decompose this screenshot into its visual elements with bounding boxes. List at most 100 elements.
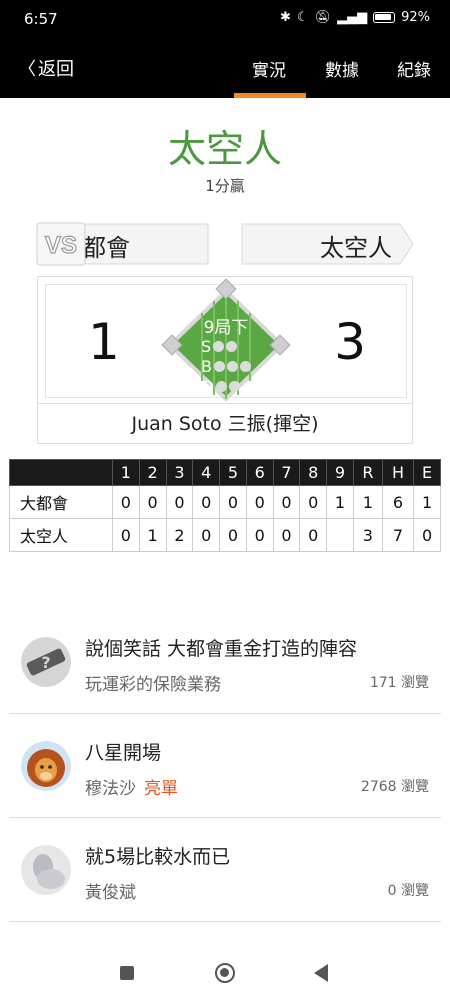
- score-cell: 0: [192, 518, 221, 552]
- author-name: 玩運彩的保險業務: [85, 675, 221, 695]
- status-time: 6:57: [24, 10, 58, 28]
- header-cell: 2: [138, 459, 167, 486]
- ball-dot: [239, 361, 251, 372]
- signal-icon: ▂▄▆: [337, 10, 368, 25]
- score-cell: 2: [165, 518, 194, 552]
- svg-text:?: ?: [41, 653, 50, 672]
- bluetooth-icon: ✱: [280, 10, 291, 25]
- score-cell: 0: [112, 485, 140, 519]
- table-row: 大都會 0 0 0 0 0 0 0 0 1 1 6 1: [9, 485, 441, 519]
- away-score: 1: [88, 313, 120, 371]
- score-cell: 3: [352, 518, 383, 552]
- chevron-left-icon: 〈: [18, 59, 36, 80]
- header-cell: E: [413, 459, 441, 486]
- ball-dot: [213, 361, 225, 372]
- top-bar: 6:57 ✱ ☾ 🔕︎ ▂▄▆ 92% 〈 返回 實況 數據 紀錄: [0, 0, 450, 98]
- view-count: 171 瀏覽: [369, 675, 429, 691]
- lion-avatar-icon: [21, 741, 71, 791]
- strike-count: S: [201, 337, 238, 356]
- list-item[interactable]: 八星開場 穆法沙 亮單 2768 瀏覽: [9, 714, 441, 818]
- last-play-text: Juan Soto 三振(揮空): [38, 403, 412, 443]
- post-title[interactable]: 就5場比較水而已: [85, 842, 230, 869]
- score-cell: 0: [272, 518, 301, 552]
- home-button[interactable]: [215, 963, 235, 983]
- moon-icon: ☾: [296, 10, 309, 25]
- list-item[interactable]: ? 說個笑話 大都會重金打造的陣容 玩運彩的保險業務 171 瀏覽: [9, 610, 441, 714]
- strike-dot: [226, 341, 238, 352]
- score-cell: 0: [165, 485, 194, 519]
- home-score: 3: [334, 313, 366, 371]
- system-nav-bar: [0, 945, 450, 1000]
- header-cell: 5: [219, 459, 247, 486]
- score-cell: 0: [245, 485, 274, 519]
- header-cell: R: [352, 459, 383, 486]
- author-name: 穆法沙: [85, 779, 136, 799]
- inning-label: 9局下: [203, 318, 249, 338]
- status-bar: 6:57 ✱ ☾ 🔕︎ ▂▄▆ 92%: [0, 0, 450, 38]
- list-item[interactable]: 就5場比較水而已 黃俊斌 0 瀏覽: [9, 818, 441, 922]
- header-cell: 3: [165, 459, 194, 486]
- tab-stats[interactable]: 數據: [325, 56, 359, 81]
- base-diamond: 9局下 S B O: [156, 277, 296, 405]
- header-cell: 8: [299, 459, 328, 486]
- line-score-table: 1 2 3 4 5 6 7 8 9 R H E 大都會 0 0 0 0 0 0 …: [9, 459, 441, 552]
- vs-label: VS: [45, 232, 77, 259]
- post-title[interactable]: 八星開場: [85, 738, 161, 765]
- vs-icon: VS: [36, 222, 86, 266]
- avatar[interactable]: [21, 741, 71, 791]
- status-icons: ✱ ☾ 🔕︎ ▂▄▆ 92%: [280, 10, 430, 25]
- out-dot: [215, 381, 227, 392]
- score-cell: 0: [299, 485, 328, 519]
- line-score-header: 1 2 3 4 5 6 7 8 9 R H E: [9, 459, 441, 486]
- back-button[interactable]: 〈 返回: [18, 55, 74, 81]
- header-cell: [9, 459, 113, 486]
- recents-button[interactable]: [120, 966, 134, 980]
- header-cell: H: [381, 459, 415, 486]
- back-label: 返回: [38, 59, 74, 80]
- view-count: 0 瀏覽: [387, 883, 429, 899]
- header-cell: 6: [245, 459, 274, 486]
- score-cell: 1: [413, 485, 441, 519]
- avatar[interactable]: [21, 845, 71, 895]
- strike-label: S: [201, 337, 212, 356]
- out-label: O: [201, 377, 214, 396]
- score-cell: [326, 518, 354, 552]
- system-back-button[interactable]: [314, 964, 328, 982]
- header-cell: 1: [112, 459, 140, 486]
- post-title[interactable]: 說個笑話 大都會重金打造的陣容: [85, 634, 357, 661]
- score-cell: 1: [352, 485, 383, 519]
- strike-dot: [213, 341, 225, 352]
- post-author: 黃俊斌: [85, 878, 136, 903]
- score-cell: 0: [138, 485, 167, 519]
- winner-title: 太空人: [167, 127, 282, 171]
- score-cell: 1: [326, 485, 354, 519]
- scoreboard-inner: 1 3 9局下 S B O: [46, 278, 406, 402]
- result-text: 1分贏: [205, 177, 245, 195]
- photo-avatar-icon: [21, 845, 71, 895]
- score-cell: 0: [272, 485, 301, 519]
- tab-record[interactable]: 紀錄: [397, 56, 431, 81]
- team-cell: 大都會: [9, 485, 113, 519]
- header-nav: 〈 返回 實況 數據 紀錄: [0, 38, 450, 98]
- placeholder-avatar-icon: ?: [21, 637, 71, 687]
- scoreboard: 1 3 9局下 S B O Juan Soto 三振(揮空): [37, 276, 413, 444]
- home-team-name: 太空人: [320, 234, 392, 262]
- table-row: 太空人 0 1 2 0 0 0 0 0 3 7 0: [9, 518, 441, 552]
- ball-label: B: [201, 357, 212, 376]
- author-name: 黃俊斌: [85, 883, 136, 903]
- battery-icon: [373, 12, 396, 23]
- post-tag-badge: 亮單: [144, 779, 178, 799]
- ball-count: B: [201, 357, 251, 376]
- header-cell: 7: [272, 459, 301, 486]
- mute-icon: 🔕︎: [314, 10, 332, 25]
- score-cell: 7: [381, 518, 415, 552]
- avatar[interactable]: ?: [21, 637, 71, 687]
- team-cell: 太空人: [9, 518, 113, 552]
- view-count: 2768 瀏覽: [360, 779, 429, 795]
- team-banner: 大都會 太空人 VS: [36, 222, 414, 266]
- out-dot: [228, 381, 240, 392]
- score-cell: 0: [219, 518, 247, 552]
- score-cell: 0: [413, 518, 441, 552]
- tab-live[interactable]: 實況: [252, 56, 286, 81]
- score-cell: 0: [112, 518, 140, 552]
